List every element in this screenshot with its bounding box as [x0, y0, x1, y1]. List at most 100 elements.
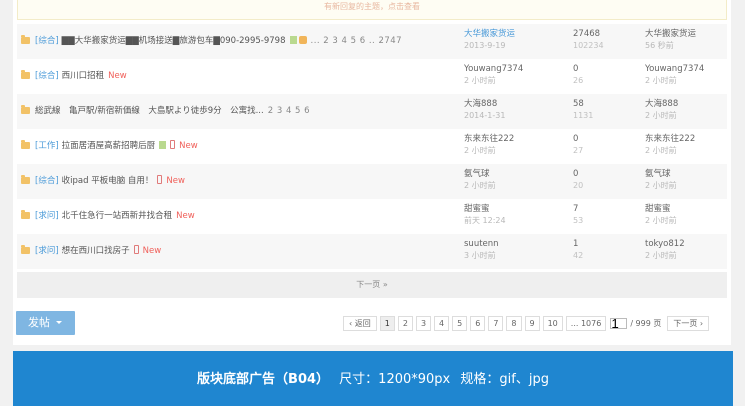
thread-row[interactable]: [求问] 北千住急行一站西新井找合租 New 甜蜜蜜 前天 12:24 7 53 甜蜜蜜 2 小…	[17, 199, 727, 234]
thread-stats-cell: 0 20	[573, 169, 633, 191]
view-count: 53	[573, 216, 584, 225]
last-post-cell: 东来东往222 2 小时前	[645, 134, 735, 156]
pager-prev[interactable]: ‹ 返回	[343, 315, 377, 331]
reply-count[interactable]: 7	[573, 204, 633, 215]
thread-author[interactable]: 大华搬家货运	[464, 29, 564, 40]
pager-page[interactable]: 5	[452, 315, 468, 331]
pagination: ‹ 返回12345678910... 1076 / 999 页下一页 ›	[343, 315, 712, 331]
last-post-time[interactable]: 56 秒前	[645, 40, 735, 51]
thread-title-cell: [综合] ▇▇大华搬家货运▇▇机场接送▇旅游包车▇090-2995-9798...…	[35, 35, 475, 47]
new-reply-notice[interactable]: 有新回复的主题，点击查看	[17, 0, 727, 20]
thread-title-cell: [综合] 收ipad 平板电脑 自用！ New	[35, 175, 475, 187]
thread-category[interactable]: [综合]	[35, 71, 59, 81]
folder-icon	[21, 245, 30, 254]
thread-title[interactable]: ▇▇大华搬家货运▇▇机场接送▇旅游包车▇090-2995-9798	[62, 36, 286, 46]
pager-page[interactable]: 4	[434, 315, 450, 331]
thread-category[interactable]: [求问]	[35, 211, 59, 221]
thread-title[interactable]: 收ipad 平板电脑 自用！	[62, 176, 154, 186]
thread-row[interactable]: [综合] 西川口招租 New Youwang7374 2 小时前 0 26 Youwang73…	[17, 59, 727, 94]
thread-category[interactable]: [综合]	[35, 176, 59, 186]
thread-category[interactable]: [综合]	[35, 36, 59, 46]
pager-page[interactable]: 6	[470, 315, 486, 331]
reply-count[interactable]: 58	[573, 99, 633, 110]
post-button[interactable]: 发帖	[16, 311, 75, 335]
thread-stats-cell: 0 27	[573, 134, 633, 156]
last-post-user[interactable]: 大海888	[645, 99, 735, 110]
attachment-icon	[159, 141, 167, 149]
thread-title[interactable]: 北千住急行一站西新井找合租	[62, 211, 173, 221]
thread-title-cell: [求问] 想在西川口找房子 New	[35, 245, 475, 257]
last-post-user[interactable]: 甜蜜蜜	[645, 204, 735, 215]
thread-row[interactable]: 総武線 亀戸駅/新宿新価線 大島駅より徒歩9分 公寓找... 2 3 4 5 6 大…	[17, 94, 727, 129]
last-post-time[interactable]: 2 小时前	[645, 145, 735, 156]
thread-author[interactable]: 大海888	[464, 99, 564, 110]
thread-title-cell: 総武線 亀戸駅/新宿新価線 大島駅より徒歩9分 公寓找... 2 3 4 5 6	[35, 105, 475, 117]
pager-next[interactable]: 下一页 ›	[667, 315, 710, 331]
last-post-time[interactable]: 2 小时前	[645, 250, 735, 261]
pager-page[interactable]: 7	[488, 315, 504, 331]
pager-page[interactable]: 8	[506, 315, 522, 331]
pager-page[interactable]: 2	[397, 315, 413, 331]
thread-category[interactable]: [工作]	[35, 141, 59, 151]
next-page-bar[interactable]: 下一页 »	[17, 272, 727, 298]
banner-spec: 规格：gif、jpg	[460, 372, 549, 387]
page-jump-input[interactable]	[610, 317, 628, 329]
pager-total: / 999 页	[630, 318, 662, 328]
thread-pages[interactable]: ... 2 3 4 5 6 .. 2747	[311, 36, 403, 46]
last-post-user[interactable]: 大华搬家货运	[645, 29, 735, 40]
pager-page[interactable]: 1	[379, 315, 395, 331]
pager-page[interactable]: 9	[524, 315, 540, 331]
thread-author[interactable]: 甜蜜蜜	[464, 204, 564, 215]
post-button-label: 发帖	[28, 316, 50, 329]
banner-title: 版块底部广告（B04）	[197, 372, 330, 387]
view-count: 26	[573, 76, 584, 85]
reply-count[interactable]: 1	[573, 239, 633, 250]
thread-row[interactable]: [综合] ▇▇大华搬家货运▇▇机场接送▇旅游包车▇090-2995-9798...…	[17, 24, 727, 59]
reply-count[interactable]: 0	[573, 64, 633, 75]
thread-title[interactable]: 総武線 亀戸駅/新宿新価線 大島駅より徒歩9分 公寓找...	[35, 106, 264, 116]
last-post-cell: 甜蜜蜜 2 小时前	[645, 204, 735, 226]
thread-author-cell: 甜蜜蜜 前天 12:24	[464, 204, 564, 226]
thread-category[interactable]: [求问]	[35, 246, 59, 256]
thread-title[interactable]: 拉面居酒屋高薪招聘后厨	[62, 141, 156, 151]
last-post-user[interactable]: tokyo812	[645, 239, 735, 250]
thread-row[interactable]: [求问] 想在西川口找房子 New suutenn 3 小时前 1 42 tokyo812 2 …	[17, 234, 727, 269]
thread-author-cell: suutenn 3 小时前	[464, 239, 564, 261]
view-count: 1131	[573, 111, 594, 120]
thread-date: 2013-9-19	[464, 41, 506, 50]
thread-title[interactable]: 西川口招租	[62, 71, 105, 81]
view-count: 102234	[573, 41, 604, 50]
thread-row[interactable]: [工作] 拉面居酒屋高薪招聘后厨 New 东来东往222 2 小时前 0 27 东来东往222…	[17, 129, 727, 164]
last-post-user[interactable]: 东来东往222	[645, 134, 735, 145]
thread-pages[interactable]: 2 3 4 5 6	[268, 106, 310, 116]
folder-icon	[21, 175, 30, 184]
last-post-time[interactable]: 2 小时前	[645, 180, 735, 191]
pager-page[interactable]: ... 1076	[565, 315, 607, 331]
last-post-cell: 氨气球 2 小时前	[645, 169, 735, 191]
reply-count[interactable]: 0	[573, 169, 633, 180]
new-badge: New	[108, 71, 127, 81]
last-post-time[interactable]: 2 小时前	[645, 215, 735, 226]
reply-count[interactable]: 27468	[573, 29, 633, 40]
thread-author[interactable]: suutenn	[464, 239, 564, 250]
last-post-user[interactable]: 氨气球	[645, 169, 735, 180]
thread-stats-cell: 58 1131	[573, 99, 633, 121]
view-count: 42	[573, 251, 584, 260]
pager-page[interactable]: 10	[542, 315, 563, 331]
last-post-cell: Youwang7374 2 小时前	[645, 64, 735, 86]
thread-author-cell: 大华搬家货运 2013-9-19	[464, 29, 564, 51]
reply-count[interactable]: 0	[573, 134, 633, 145]
thread-row[interactable]: [综合] 收ipad 平板电脑 自用！ New 氨气球 2 小时前 0 20 氨气球 2 小时前	[17, 164, 727, 199]
thread-author[interactable]: Youwang7374	[464, 64, 564, 75]
thread-author[interactable]: 东来东往222	[464, 134, 564, 145]
last-post-time[interactable]: 2 小时前	[645, 110, 735, 121]
thread-author[interactable]: 氨气球	[464, 169, 564, 180]
thread-title[interactable]: 想在西川口找房子	[62, 246, 130, 256]
new-badge: New	[179, 141, 198, 151]
last-post-time[interactable]: 2 小时前	[645, 75, 735, 86]
folder-icon	[21, 35, 30, 44]
last-post-user[interactable]: Youwang7374	[645, 64, 735, 75]
bottom-ad-banner[interactable]: 版块底部广告（B04） 尺寸：1200*90px 规格：gif、jpg	[13, 351, 733, 406]
pager-page[interactable]: 3	[415, 315, 432, 331]
thread-stats-cell: 7 53	[573, 204, 633, 226]
